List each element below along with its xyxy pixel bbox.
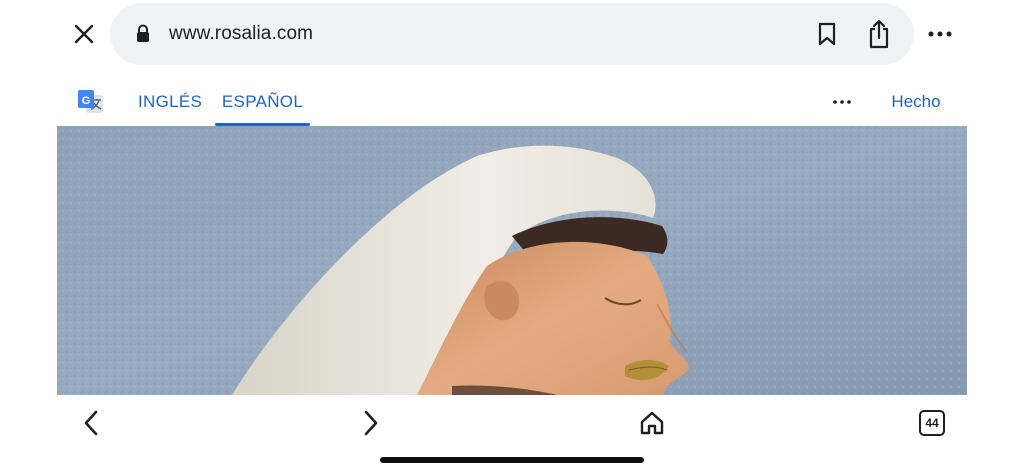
bookmark-icon [818, 22, 836, 46]
browser-window: www.rosalia.com G INGLÉS ESPAÑOL Hecho 4… [0, 0, 1024, 473]
more-horizontal-icon [833, 100, 851, 104]
translate-more-button[interactable] [827, 90, 857, 114]
forward-button[interactable] [349, 401, 393, 445]
chevron-left-icon [84, 410, 98, 436]
tab-ingles[interactable]: INGLÉS [138, 78, 202, 126]
translate-bar: G INGLÉS ESPAÑOL Hecho [57, 78, 967, 126]
address-toolbar: www.rosalia.com [0, 0, 1024, 70]
url-text[interactable]: www.rosalia.com [169, 3, 313, 65]
home-icon [640, 411, 664, 435]
tabs-button[interactable]: 44 [910, 401, 954, 445]
share-icon [869, 19, 889, 49]
close-icon [74, 24, 94, 44]
lock-icon [137, 24, 149, 42]
more-horizontal-icon [928, 31, 952, 37]
google-translate-icon: G [78, 90, 103, 113]
done-button[interactable]: Hecho [875, 78, 957, 126]
back-button[interactable] [69, 401, 113, 445]
more-options-button[interactable] [920, 18, 960, 50]
url-bar[interactable]: www.rosalia.com [110, 3, 914, 65]
svg-text:G: G [82, 95, 91, 107]
tab-espanol[interactable]: ESPAÑOL [215, 78, 310, 126]
bookmark-button[interactable] [810, 17, 844, 51]
hero-image [57, 126, 967, 395]
tabs-icon: 44 [919, 410, 945, 436]
home-button[interactable] [630, 401, 674, 445]
share-button[interactable] [860, 15, 898, 53]
close-button[interactable] [64, 14, 104, 54]
chevron-right-icon [364, 410, 378, 436]
hero-photo [57, 126, 967, 395]
tab-count: 44 [925, 416, 939, 430]
home-indicator [380, 457, 644, 463]
bottom-toolbar: 44 [0, 395, 1024, 473]
